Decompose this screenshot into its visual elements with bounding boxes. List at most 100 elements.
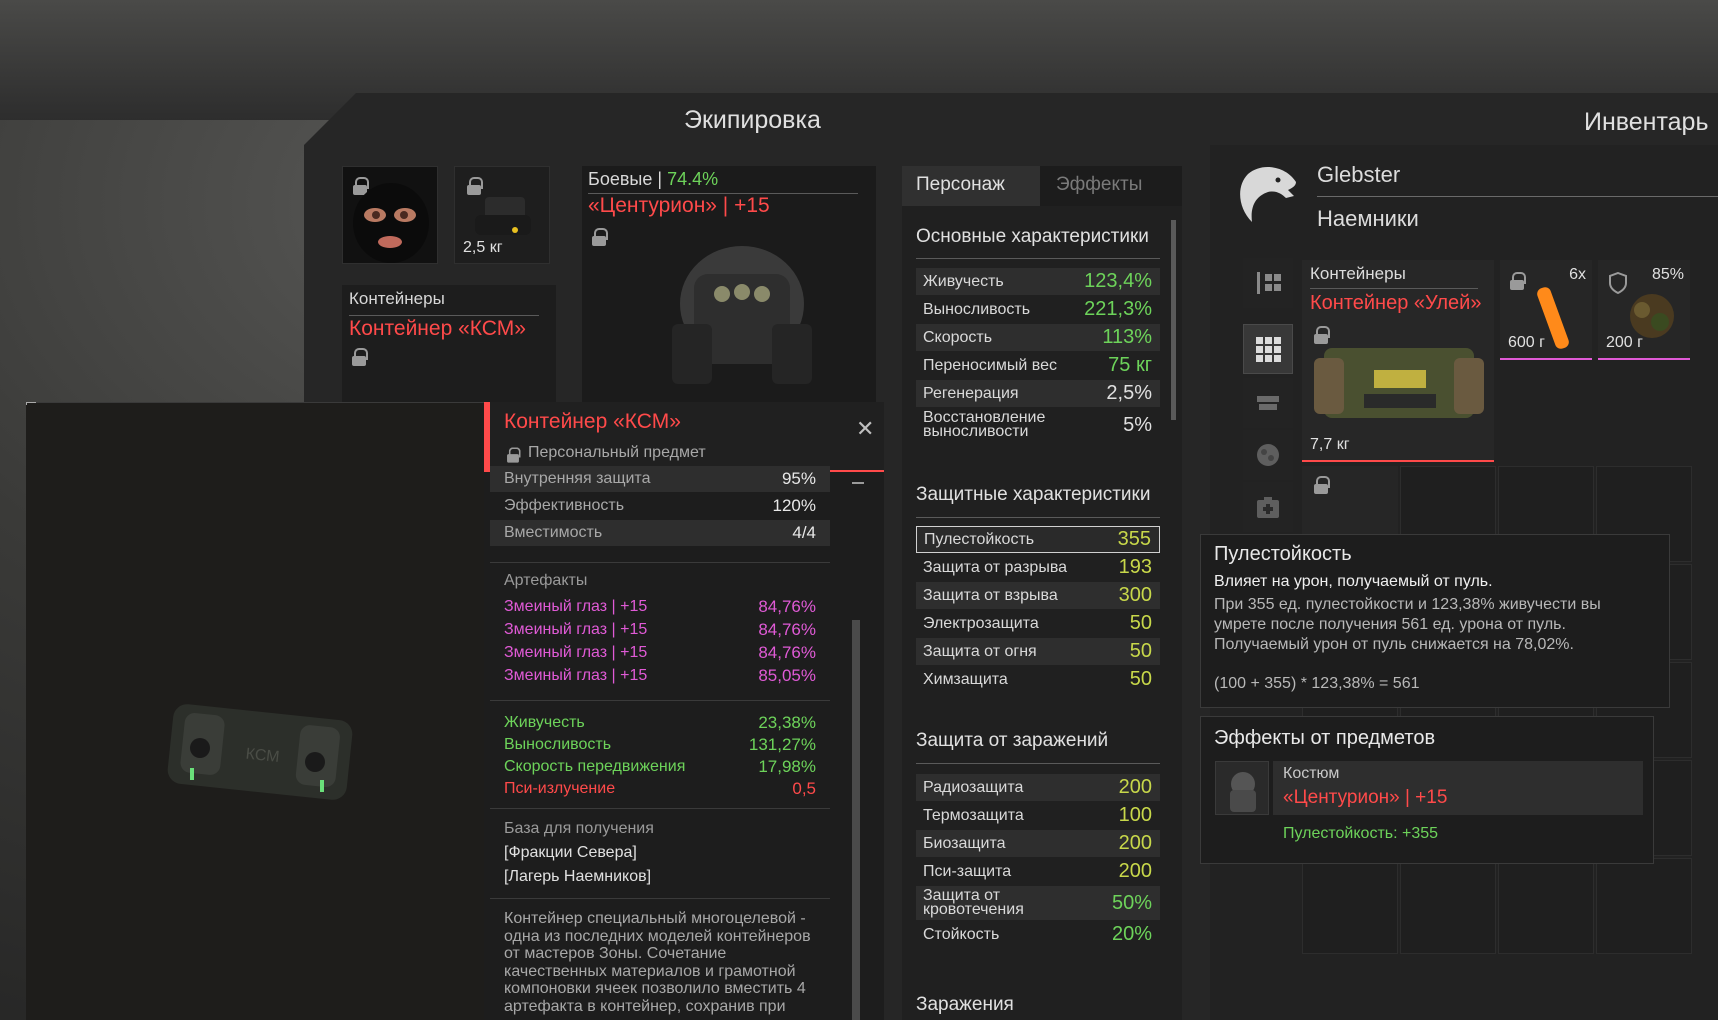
tooltip-header: Контейнер «КСМ» Персональный предмет ✕	[484, 402, 884, 472]
stat-row: Пси-защита 200	[916, 858, 1160, 885]
collapse-icon[interactable]	[852, 482, 864, 484]
armor-name: «Центурион» | +15	[588, 194, 770, 217]
protect-stats-title: Защитные характеристики	[916, 484, 1151, 505]
lock-icon	[592, 228, 608, 246]
artifact-name: Змеиный глаз | +15	[504, 621, 648, 638]
equipment-title: Экипировка	[684, 106, 821, 134]
divider	[349, 315, 539, 316]
contam-stats-title: Защита от заражений	[916, 730, 1109, 751]
armor-slot[interactable]: Боевые | 74.4% «Центурион» | +15	[582, 166, 876, 406]
bonus-value: 23,38%	[758, 713, 816, 732]
stat-label: Электрозащита	[923, 614, 1039, 632]
artifact-value: 84,76%	[758, 597, 816, 616]
weapon-icon	[1257, 396, 1279, 410]
artifact-row[interactable]: Змеиный глаз | +15 84,76%	[490, 619, 830, 641]
divider	[1317, 196, 1718, 197]
stat-row: Защита от разрыва 193	[916, 554, 1160, 581]
grid-view-button[interactable]	[1243, 324, 1293, 374]
artifact-name: Змеиный глаз | +15	[504, 644, 648, 661]
inventory-title: Инвентарь	[1584, 108, 1709, 136]
artifact-value: 85,05%	[758, 666, 816, 685]
corner-mark	[26, 402, 36, 405]
stat-label: Регенерация	[923, 384, 1019, 402]
stat-label: Биозащита	[923, 834, 1006, 852]
inventory-cell[interactable]	[1302, 858, 1398, 954]
armor-suit-icon	[672, 246, 812, 384]
divider	[490, 700, 830, 701]
bonus-value: 17,98%	[758, 757, 816, 776]
stat-label: Скорость	[923, 328, 993, 346]
close-icon[interactable]: ✕	[856, 416, 874, 442]
stat-value: 300	[1118, 584, 1152, 606]
stat-row[interactable]: Пулестойкость 355	[916, 526, 1160, 553]
inventory-item-artifact[interactable]: 85% 200 г	[1598, 260, 1690, 360]
balaclava-icon	[353, 183, 429, 263]
inventory-cell[interactable]	[1596, 858, 1692, 954]
stat-row: Переносимый вес 75 кг	[916, 352, 1160, 379]
player-faction: Наемники	[1317, 206, 1419, 231]
lock-icon	[1510, 272, 1526, 290]
divider	[916, 763, 1160, 764]
medical-filter-button[interactable]	[1243, 482, 1293, 532]
artifact-name: Змеиный глаз | +15	[504, 598, 648, 615]
artifact-row[interactable]: Змеиный глаз | +15 85,05%	[490, 665, 830, 687]
eagle-emblem-icon	[1240, 167, 1296, 222]
inventory-cell[interactable]	[1400, 858, 1496, 954]
stat-label: Химзащита	[923, 670, 1008, 688]
infection-title: Заражения	[916, 994, 1014, 1015]
stat-row: Радиозащита 200	[916, 774, 1160, 801]
stat-value: 50%	[1111, 891, 1152, 914]
inventory-cell[interactable]	[1498, 858, 1594, 954]
ksm-label: КСМ	[245, 746, 280, 766]
container-item[interactable]: Контейнеры Контейнер «Улей» 7,7 кг	[1302, 260, 1494, 462]
inv-container-label: Контейнеры	[1310, 264, 1406, 283]
player-name: Glebster	[1317, 162, 1401, 187]
inventory-item-locked[interactable]	[1302, 466, 1398, 536]
bonus-value: 131,27%	[748, 735, 816, 754]
effect-item-row[interactable]: Костюм «Центурион» | +15	[1273, 761, 1643, 815]
sort-button[interactable]	[1243, 258, 1293, 308]
property-row: Вместимость 4/4	[490, 520, 830, 546]
stat-label: Термозащита	[923, 806, 1024, 824]
mask-slot[interactable]	[342, 166, 438, 264]
container-slot[interactable]: Контейнеры Контейнер «КСМ»	[342, 285, 556, 405]
artifact-row[interactable]: Змеиный глаз | +15 84,76%	[490, 596, 830, 618]
tooltip-subtitle: Персональный предмет	[528, 444, 706, 461]
property-label: Вместимость	[504, 524, 603, 541]
device-slot[interactable]: 2,5 кг	[454, 166, 550, 264]
divider	[1310, 288, 1478, 289]
item-effects-box: Эффекты от предметов Костюм «Центурион» …	[1200, 716, 1654, 864]
tab-character[interactable]: Персонаж	[902, 166, 1040, 206]
bonus-value: 0,5	[792, 779, 816, 798]
stat-row: Химзащита 50	[916, 666, 1160, 693]
divider	[490, 562, 830, 563]
property-value: 95%	[781, 469, 816, 488]
inventory-item-flare[interactable]: 6x 600 г	[1500, 260, 1592, 360]
weapons-filter-button[interactable]	[1243, 378, 1293, 428]
bonus-label: Скорость передвижения	[504, 758, 686, 775]
tab-effects[interactable]: Эффекты	[1056, 174, 1142, 196]
stat-value: 221,3%	[1084, 298, 1152, 320]
property-value: 120%	[772, 496, 816, 515]
bullet-tip-title: Пулестойкость	[1214, 543, 1352, 565]
artifacts-title: Артефакты	[504, 572, 588, 589]
item-description: Контейнер специальный многоцелевой - одн…	[504, 910, 811, 1015]
lock-icon	[352, 348, 368, 366]
effect-item-type: Костюм	[1283, 765, 1340, 782]
inv-container-name: Контейнер «Улей»	[1310, 292, 1482, 314]
main-stats-title: Основные характеристики	[916, 226, 1149, 247]
divider	[916, 258, 1160, 259]
stat-label: Защита от кровотечения	[923, 887, 1024, 918]
property-row: Внутренняя защита 95%	[490, 466, 830, 492]
tooltip-scrollbar[interactable]	[852, 620, 860, 1020]
artifact-row[interactable]: Змеиный глаз | +15 84,76%	[490, 642, 830, 664]
property-label: Эффективность	[504, 497, 625, 514]
stat-label: Восстановление выносливости	[923, 409, 1046, 440]
stat-label: Защита от огня	[923, 642, 1037, 660]
artifacts-filter-button[interactable]	[1243, 430, 1293, 480]
artifact-value: 84,76%	[758, 643, 816, 662]
stats-scrollbar[interactable]	[1171, 220, 1176, 420]
bullet-tip-body: При 355 ед. пулестойкости и 123,38% живу…	[1214, 596, 1601, 653]
ksm-container-model: КСМ	[167, 704, 353, 800]
property-value: 4/4	[792, 523, 816, 542]
